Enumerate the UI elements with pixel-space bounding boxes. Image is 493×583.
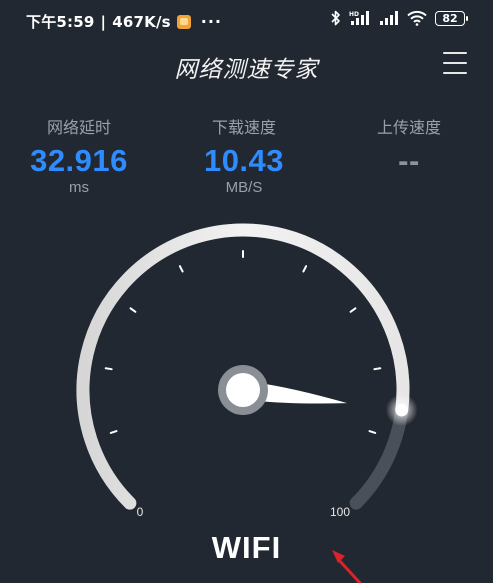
gauge-tick xyxy=(109,430,118,434)
gauge-tick xyxy=(104,367,113,371)
app-notification-icon xyxy=(176,14,191,29)
download-stat: 下载速度 10.43 MB/S xyxy=(169,114,319,196)
signal-icon xyxy=(380,11,398,25)
upload-stat: 上传速度 -- xyxy=(334,114,484,178)
more-notifications-icon: ··· xyxy=(200,12,222,31)
signal-hd-icon: HD xyxy=(349,11,369,25)
status-net-speed: 467K/s xyxy=(112,12,171,31)
latency-label: 网络延时 xyxy=(46,120,111,137)
gauge-tick xyxy=(178,265,184,273)
svg-text:HD: HD xyxy=(349,11,359,18)
red-arrow-icon xyxy=(332,550,362,583)
status-time: 下午5:59 xyxy=(26,13,95,31)
gauge-tick xyxy=(368,430,377,434)
status-separator: | xyxy=(100,12,107,31)
download-label: 下载速度 xyxy=(211,120,276,137)
gauge-progress-end-dot xyxy=(395,404,408,417)
connection-type-label: WIFI xyxy=(211,530,282,565)
latency-stat: 网络延时 32.916 ms xyxy=(4,114,154,196)
speed-gauge: 0 100 xyxy=(76,223,418,519)
status-right: HD 82 xyxy=(331,10,468,26)
status-left: 下午5:59 | 467K/s ··· xyxy=(26,11,222,32)
battery-icon: 82 xyxy=(435,10,468,26)
upload-label: 上传速度 xyxy=(376,120,441,137)
gauge-hub-inner xyxy=(226,373,260,407)
upload-value: -- xyxy=(398,143,420,178)
gauge-tick xyxy=(373,367,382,371)
status-bar: 下午5:59 | 467K/s ··· HD 82 xyxy=(0,0,493,40)
latency-value: 32.916 xyxy=(30,143,128,178)
menu-icon[interactable] xyxy=(443,52,467,74)
latency-unit: ms xyxy=(69,179,89,196)
gauge-tick xyxy=(129,307,137,313)
gauge-tick xyxy=(302,265,308,273)
gauge-tick xyxy=(349,307,357,313)
app-title: 网络测速专家 xyxy=(174,56,319,82)
speed-stats: 网络延时 32.916 ms 下载速度 10.43 MB/S 上传速度 -- xyxy=(0,114,493,204)
download-value: 10.43 xyxy=(203,143,285,178)
gauge-min-label: 0 xyxy=(137,505,144,519)
bluetooth-icon xyxy=(331,10,340,26)
wifi-icon xyxy=(407,10,427,26)
gauge-max-label: 100 xyxy=(330,505,350,519)
download-unit: MB/S xyxy=(225,179,263,196)
title-bar: 网络测速专家 xyxy=(0,40,493,88)
